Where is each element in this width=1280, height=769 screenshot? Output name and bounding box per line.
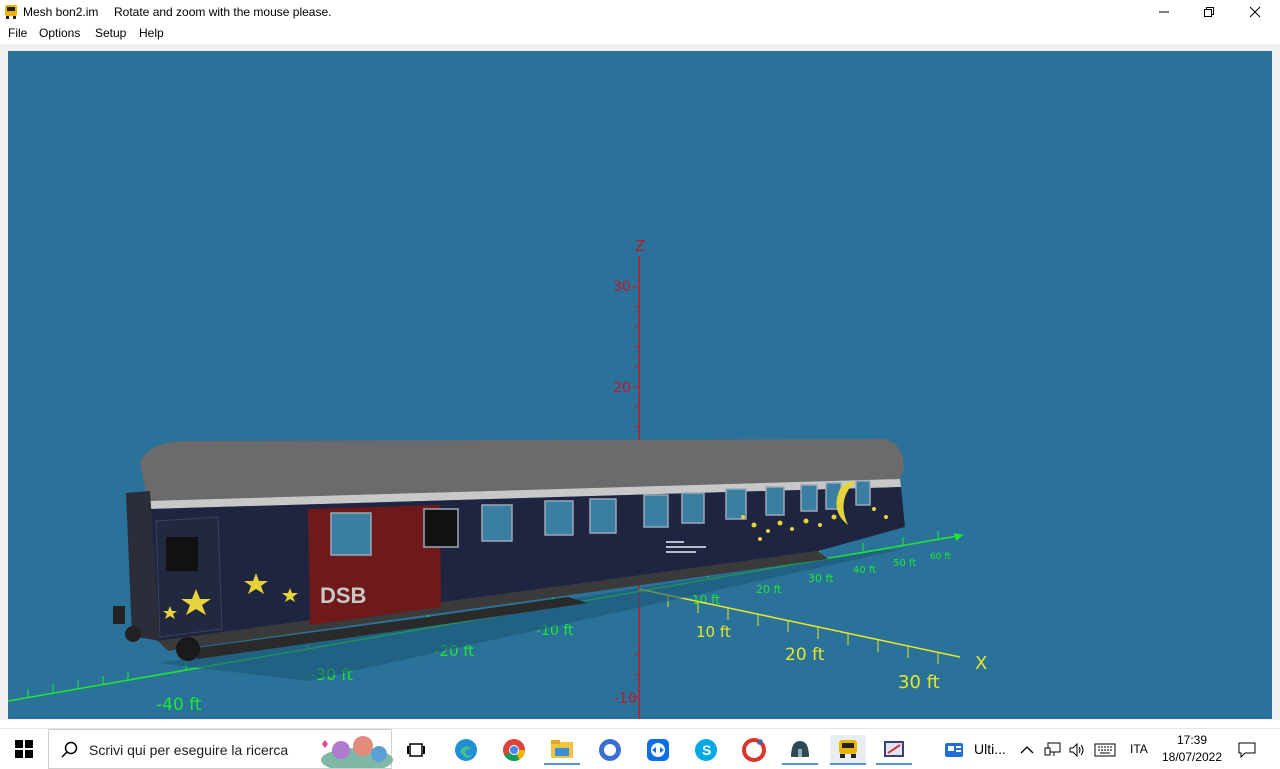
scene-canvas[interactable]: Z 30 20 -10 -40 ft -30 ft -20 ft -10 ft: [8, 51, 1272, 719]
close-button[interactable]: [1232, 0, 1278, 24]
x-tick-10: 10 ft: [696, 623, 731, 641]
taskbar: Scrivi qui per eseguire la ricerca S Ult…: [0, 728, 1280, 769]
chevron-up-icon: [1020, 746, 1034, 754]
title-bar: Mesh bon2.im Rotate and zoom with the mo…: [0, 0, 1280, 24]
menu-setup[interactable]: Setup: [95, 26, 126, 40]
folder-icon: [551, 740, 573, 758]
svg-text:S: S: [702, 742, 711, 758]
notification-icon: [1238, 742, 1256, 758]
taskbar-ccleaner[interactable]: [736, 735, 772, 765]
input-language[interactable]: ITA: [1130, 742, 1148, 756]
taskbar-app-globe[interactable]: [592, 735, 628, 765]
tray-volume[interactable]: [1062, 735, 1092, 765]
taskbar-mesh-viewer[interactable]: [830, 735, 866, 765]
speaker-icon: [1069, 742, 1084, 758]
mesh-viewport[interactable]: Z 30 20 -10 -40 ft -30 ft -20 ft -10 ft: [8, 51, 1272, 719]
search-placeholder: Scrivi qui per eseguire la ricerca: [89, 742, 289, 758]
teamviewer-icon: [647, 739, 669, 761]
clock-date[interactable]: 18/07/2022: [1160, 750, 1224, 764]
restore-icon: [1204, 7, 1214, 17]
menu-bar: File Options Setup Help: [0, 24, 1280, 44]
skype-icon: S: [695, 739, 717, 761]
editor-app-icon: [884, 741, 904, 757]
globe-app-icon: [599, 739, 621, 761]
news-widget-label[interactable]: Ulti...: [974, 741, 1006, 757]
ccleaner-icon: [742, 738, 766, 762]
y-tick-50: 50 ft: [893, 558, 916, 569]
menu-options[interactable]: Options: [39, 26, 80, 40]
news-icon: [945, 743, 963, 757]
window-title: Mesh bon2.im: [23, 5, 99, 19]
taskbar-app-dome[interactable]: [782, 735, 818, 765]
search-icon: [61, 741, 78, 758]
search-highlight-art-icon: [321, 736, 393, 768]
y-axis-arrow: [954, 533, 963, 541]
z-tick-20: 20: [613, 380, 631, 396]
close-icon: [1249, 6, 1261, 18]
taskbar-file-explorer[interactable]: [544, 735, 580, 765]
z-axis-label: Z: [635, 237, 645, 255]
train-app-icon: [839, 740, 857, 758]
chrome-icon: [503, 739, 525, 761]
keyboard-icon: [1094, 743, 1116, 757]
taskbar-news-widget[interactable]: [936, 735, 972, 765]
menu-file[interactable]: File: [8, 26, 27, 40]
window-message: Rotate and zoom with the mouse please.: [114, 5, 332, 19]
taskbar-teamviewer[interactable]: [640, 735, 676, 765]
tray-keyboard[interactable]: [1090, 735, 1120, 765]
app-train-icon: [5, 5, 17, 19]
minimize-button[interactable]: [1141, 0, 1187, 24]
taskbar-app-editor[interactable]: [876, 735, 912, 765]
network-icon: [1044, 742, 1061, 756]
taskbar-skype[interactable]: S: [688, 735, 724, 765]
restore-button[interactable]: [1186, 0, 1232, 24]
task-view-button[interactable]: [398, 735, 434, 765]
taskbar-chrome[interactable]: [496, 735, 532, 765]
task-view-icon: [407, 743, 425, 757]
edge-icon: [455, 739, 477, 761]
x-tick-20: 20 ft: [785, 645, 825, 665]
start-button[interactable]: [0, 729, 48, 769]
minimize-icon: [1159, 11, 1169, 13]
y-tick-40: 40 ft: [853, 565, 876, 576]
menu-help[interactable]: Help: [139, 26, 164, 40]
taskbar-edge[interactable]: [448, 735, 484, 765]
windows-logo-icon: [15, 740, 33, 758]
dome-app-icon: [791, 741, 809, 757]
z-tick-30: 30: [613, 279, 631, 295]
car-logo: DSB: [320, 583, 366, 608]
clock-time[interactable]: 17:39: [1160, 733, 1224, 747]
x-tick-30: 30 ft: [898, 672, 940, 693]
y-tick-minus40: -40 ft: [156, 695, 202, 715]
y-tick-30: 30 ft: [808, 572, 834, 585]
y-tick-60: 60 ft: [930, 552, 951, 562]
y-tick-20: 20 ft: [756, 583, 782, 596]
search-box[interactable]: Scrivi qui per eseguire la ricerca: [48, 729, 393, 769]
x-axis-label: X: [975, 653, 987, 674]
z-tick-minus10: -10: [614, 691, 637, 707]
notification-center-button[interactable]: [1232, 735, 1262, 765]
